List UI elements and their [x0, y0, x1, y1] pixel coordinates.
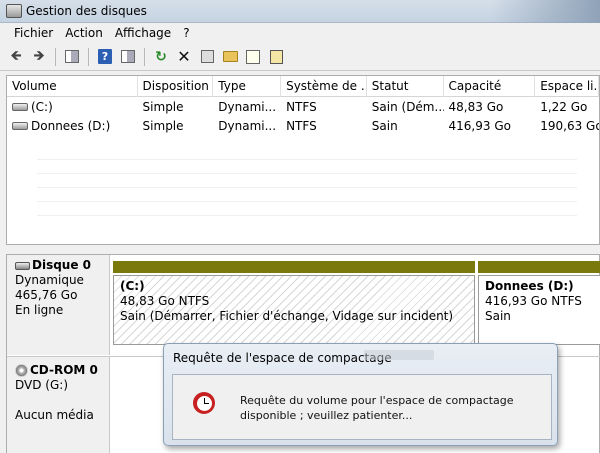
volume-list[interactable]: Volume Disposition Type Système de ... S… — [6, 75, 600, 245]
toolbar: 🡸 🡺 ? ↻ ✕ — [0, 43, 600, 71]
drive-icon — [12, 122, 28, 130]
refresh-icon: ↻ — [155, 48, 167, 65]
column-volume[interactable]: Volume — [7, 76, 138, 97]
cd-rom-icon — [15, 364, 28, 377]
partition-status: Sain — [485, 309, 511, 323]
capacity-cell: 48,83 Go — [448, 99, 504, 114]
dialog-body: Requête du volume pour l'espace de compa… — [172, 374, 552, 440]
help-button[interactable]: ? — [95, 47, 115, 67]
partition-status: Sain (Démarrer, Fichier d'échange, Vidag… — [120, 309, 454, 323]
disposition-cell: Simple — [142, 118, 184, 133]
report-button[interactable] — [266, 47, 286, 67]
partition-size: 416,93 Go NTFS — [485, 294, 582, 308]
partition-c[interactable]: (C:) 48,83 Go NTFS Sain (Démarrer, Fichi… — [113, 261, 475, 345]
background-ghost — [37, 156, 577, 216]
volume-name: Donnees (D:) — [31, 118, 111, 133]
table-row[interactable]: Donnees (D:) Simple Dynami... NTFS Sain … — [7, 116, 599, 135]
volume-cell: Donnees (D:) — [7, 119, 138, 133]
explore-icon — [246, 49, 260, 64]
properties-button[interactable] — [197, 47, 217, 67]
show-panel-button[interactable] — [62, 47, 82, 67]
free-space-cell: 1,22 Go — [540, 99, 588, 114]
title-bar-glass — [490, 0, 600, 23]
shrink-query-dialog[interactable]: Requête de l'espace de compactage Requêt… — [163, 343, 558, 446]
disk-type: Dynamique — [15, 273, 84, 287]
filesystem-cell: NTFS — [286, 118, 317, 133]
status-cell: Sain — [371, 118, 398, 133]
partition-body: (C:) 48,83 Go NTFS Sain (Démarrer, Fichi… — [113, 275, 475, 345]
type-cell: Dynami... — [218, 118, 277, 133]
delete-button[interactable]: ✕ — [174, 47, 194, 67]
partition-bar — [113, 261, 475, 273]
delete-icon: ✕ — [177, 47, 191, 66]
partition-d[interactable]: Donnees (D:) 416,93 Go NTFS Sain — [478, 261, 600, 345]
cdrom-name: CD-ROM 0 — [30, 363, 98, 377]
column-capacity[interactable]: Capacité — [444, 76, 536, 97]
capacity-cell: 416,93 Go — [448, 118, 511, 133]
list-view-icon — [121, 50, 135, 63]
show-panel-icon — [65, 50, 79, 63]
column-type[interactable]: Type — [213, 76, 282, 97]
dialog-title: Requête de l'espace de compactage — [173, 351, 392, 365]
open-folder-icon — [222, 51, 238, 62]
menu-action[interactable]: Action — [59, 26, 109, 40]
type-cell: Dynami... — [218, 99, 277, 114]
disk-name: Disque 0 — [32, 258, 92, 272]
list-view-button[interactable] — [118, 47, 138, 67]
menu-affichage[interactable]: Affichage — [109, 26, 177, 40]
disk-management-icon — [6, 4, 22, 18]
forward-button[interactable]: 🡺 — [29, 47, 49, 67]
disk-0-label[interactable]: Disque 0 Dynamique 465,76 Go En ligne — [7, 255, 110, 355]
open-button[interactable] — [220, 47, 240, 67]
report-icon — [269, 49, 283, 64]
dialog-title-ghost — [364, 350, 434, 360]
window-title: Gestion des disques — [26, 4, 147, 18]
back-icon: 🡸 — [10, 47, 22, 64]
toolbar-separator — [144, 47, 145, 66]
menu-help[interactable]: ? — [177, 26, 195, 40]
cdrom-0-label[interactable]: CD-ROM 0 DVD (G:) Aucun média — [7, 357, 110, 453]
free-space-cell: 190,63 Go — [540, 118, 599, 133]
drive-icon — [12, 103, 28, 111]
partition-name: (C:) — [120, 279, 145, 293]
toolbar-separator — [88, 47, 89, 66]
column-free-space[interactable]: Espace li... — [535, 76, 600, 97]
volume-cell: (C:) — [7, 100, 138, 114]
hard-disk-icon — [15, 261, 30, 270]
column-status[interactable]: Statut — [367, 76, 444, 97]
explore-button[interactable] — [243, 47, 263, 67]
disk-0-row: Disque 0 Dynamique 465,76 Go En ligne (C… — [7, 255, 600, 355]
disk-state: En ligne — [15, 303, 64, 317]
pane-splitter[interactable] — [0, 246, 600, 254]
toolbar-separator — [55, 47, 56, 66]
forward-icon: 🡺 — [33, 47, 45, 64]
cdrom-media: Aucun média — [15, 408, 94, 422]
disk-size: 465,76 Go — [15, 288, 78, 302]
help-icon: ? — [98, 49, 112, 64]
disposition-cell: Simple — [142, 99, 184, 114]
clock-icon — [193, 392, 215, 414]
volume-name: (C:) — [31, 99, 53, 114]
volume-list-header: Volume Disposition Type Système de ... S… — [7, 76, 600, 97]
column-filesystem[interactable]: Système de ... — [281, 76, 367, 97]
dialog-message: Requête du volume pour l'espace de compa… — [240, 394, 514, 422]
properties-icon — [200, 50, 214, 63]
back-button[interactable]: 🡸 — [6, 47, 26, 67]
refresh-button[interactable]: ↻ — [151, 47, 171, 67]
partition-body: Donnees (D:) 416,93 Go NTFS Sain — [478, 275, 600, 345]
table-row[interactable]: (C:) Simple Dynami... NTFS Sain (Dém... … — [7, 97, 599, 116]
partition-bar — [478, 261, 600, 273]
partition-name: Donnees (D:) — [485, 279, 574, 293]
title-bar: Gestion des disques — [0, 0, 600, 23]
partition-size: 48,83 Go NTFS — [120, 294, 210, 308]
status-cell: Sain (Dém... — [371, 99, 444, 114]
filesystem-cell: NTFS — [286, 99, 317, 114]
cdrom-drive: DVD (G:) — [15, 378, 68, 392]
menu-fichier[interactable]: Fichier — [8, 26, 59, 40]
column-disposition[interactable]: Disposition — [138, 76, 214, 97]
menu-bar: Fichier Action Affichage ? — [0, 23, 600, 43]
